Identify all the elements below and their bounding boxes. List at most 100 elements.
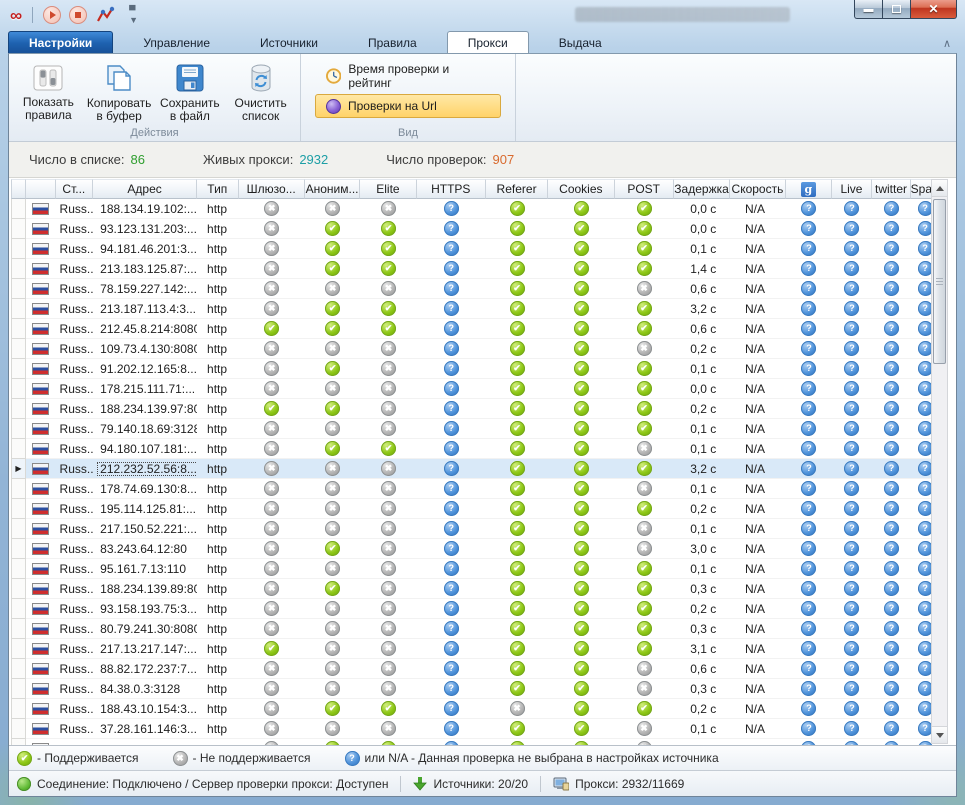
proxy-row[interactable]: Russ...80.79.241.30:8080http✖✖✖?✔✔✔0,3 с…: [11, 619, 939, 639]
speed-cell: N/A: [730, 479, 785, 499]
proxy-row[interactable]: Russ...84.38.0.3:3128http✖✖✖?✔✔✖0,3 сN/A…: [11, 679, 939, 699]
proxy-row[interactable]: Russ...91.202.12.165:8...http✖✔✖?✔✔✔0,1 …: [11, 359, 939, 379]
referer-check-icon: ✔: [510, 621, 525, 636]
column-header-anonymous[interactable]: Аноним...: [305, 179, 360, 199]
column-header-row-gutter[interactable]: [11, 179, 26, 199]
proxy-row[interactable]: Russ...188.134.19.102:...http✖✖✖?✔✔✔0,0 …: [11, 199, 939, 219]
anonymous-cell: ✔: [305, 579, 360, 599]
proxy-row[interactable]: ▶Russ...212.232.52.56:8...http✖✖✖?✔✔✔3,2…: [11, 459, 939, 479]
flag-cell: [26, 519, 56, 539]
proxy-row[interactable]: Russ...178.215.111.71:...http✖✖✖?✔✔✔0,0 …: [11, 379, 939, 399]
live-question-icon: ?: [844, 661, 859, 676]
vertical-scrollbar[interactable]: [931, 179, 948, 744]
proxy-row[interactable]: Russ...79.140.18.69:3128http✖✖✖?✔✔✔0,1 с…: [11, 419, 939, 439]
scroll-thumb[interactable]: [933, 199, 946, 364]
post-cross-icon: ✖: [637, 441, 652, 456]
close-button[interactable]: ✕: [911, 0, 957, 19]
start-button[interactable]: [43, 6, 61, 24]
column-header-live[interactable]: Live: [832, 179, 872, 199]
anonymous-check-icon: ✔: [325, 361, 340, 376]
stop-button[interactable]: [69, 6, 87, 24]
https-cell: ?: [417, 319, 486, 339]
tab-upravlenie[interactable]: Управление: [123, 31, 230, 54]
column-header-country[interactable]: Ст...: [56, 179, 94, 199]
proxy-row[interactable]: Russ...178.74.69.130:8...http✖✖✖?✔✔✖0,1 …: [11, 479, 939, 499]
proxy-row[interactable]: Russ...213.183.125.87:...http✖✔✔?✔✔✔1,4 …: [11, 259, 939, 279]
column-header-speed[interactable]: Скорость: [730, 179, 785, 199]
proxy-row[interactable]: Russ...93.158.193.75:3...http✖✖✖?✔✔✔0,2 …: [11, 599, 939, 619]
column-header-referer[interactable]: Referer: [486, 179, 548, 199]
column-header-post[interactable]: POST: [615, 179, 674, 199]
proxy-row[interactable]: Russ...213.187.113.4:3...http✖✔✔?✔✔✔3,2 …: [11, 299, 939, 319]
column-header-gateway[interactable]: Шлюзо...: [239, 179, 305, 199]
address-text: 217.13.217.147:...: [97, 642, 197, 656]
type-cell: http: [197, 439, 239, 459]
maximize-button[interactable]: [883, 0, 911, 19]
scroll-down-arrow[interactable]: [932, 726, 947, 743]
referer-cell: ✖: [486, 699, 548, 719]
collapse-ribbon-icon[interactable]: ∧: [943, 37, 957, 54]
column-header-google[interactable]: g: [786, 179, 833, 199]
proxy-row[interactable]: Russ...188.234.139.97:80http✔✔✖?✔✔✔0,2 с…: [11, 399, 939, 419]
live-question-icon: ?: [844, 741, 859, 745]
post-cell: ✔: [614, 599, 673, 619]
cookies-cell: ✔: [548, 299, 614, 319]
column-header-address[interactable]: Адрес: [93, 179, 197, 199]
column-header-delay[interactable]: Задержка: [674, 179, 730, 199]
twitter-question-icon: ?: [884, 441, 899, 456]
https-cell: ?: [417, 339, 486, 359]
post-cell: ✔: [614, 219, 673, 239]
proxy-row[interactable]: Russ...217.13.217.147:...http✔✖✖?✔✔✔3,1 …: [11, 639, 939, 659]
proxy-row[interactable]: Russ...78.159.227.142:...http✖✖✖?✔✔✖0,6 …: [11, 279, 939, 299]
tab-vydacha[interactable]: Выдача: [539, 31, 622, 54]
referer-cell: ✔: [486, 619, 548, 639]
proxy-row[interactable]: Russ...188.43.10.154:3...http✖✔✔?✖✔✔0,2 …: [11, 699, 939, 719]
status-sources: Источники: 20/20: [413, 776, 540, 791]
proxy-row[interactable]: Russ...83.243.64.12:80http✖✔✖?✔✔✖3,0 сN/…: [11, 539, 939, 559]
proxy-row[interactable]: Russ...95.161.7.13:110http✖✖✖?✔✔✔0,1 сN/…: [11, 559, 939, 579]
proxy-row[interactable]: Russ...217.150.52.221:...http✖✖✖?✔✔✖0,1 …: [11, 519, 939, 539]
elite-cross-icon: ✖: [381, 481, 396, 496]
russia-flag-icon: [32, 723, 49, 735]
column-header-twitter[interactable]: twitter: [872, 179, 912, 199]
anonymous-cell: ✔: [305, 439, 360, 459]
cookies-check-icon: ✔: [574, 381, 589, 396]
type-cell: http: [197, 199, 239, 219]
check-time-rating-button[interactable]: Время проверки и рейтинг: [315, 64, 501, 88]
show-rules-button[interactable]: Показать правила: [15, 58, 82, 124]
tab-proksi[interactable]: Прокси: [447, 31, 529, 54]
proxy-row[interactable]: Russ...88.82.172.237:7...http✖✖✖?✔✔✖0,6 …: [11, 659, 939, 679]
save-to-file-button[interactable]: Сохранить в файл: [157, 58, 224, 124]
copy-to-clipboard-button[interactable]: Копировать в буфер: [86, 58, 153, 124]
tab-istochniki[interactable]: Источники: [240, 31, 338, 54]
minimize-button[interactable]: ▬: [854, 0, 883, 19]
proxy-row[interactable]: Russ...188.234.139.89:80http✖✔✖?✔✔✔0,3 с…: [11, 579, 939, 599]
live-cell: ?: [832, 259, 872, 279]
twitter-cell: ?: [872, 599, 912, 619]
gateway-cross-icon: ✖: [264, 521, 279, 536]
column-header-flag[interactable]: [26, 179, 56, 199]
column-header-https[interactable]: HTTPS: [417, 179, 486, 199]
tab-pravila[interactable]: Правила: [348, 31, 437, 54]
proxy-row[interactable]: Russ...212.45.8.214:8080http✔✔✔?✔✔✔0,6 с…: [11, 319, 939, 339]
proxy-row[interactable]: Russ...37.28.161.146:3...http✖✖✖?✔✔✖0,1 …: [11, 719, 939, 739]
gateway-cell: ✖: [239, 359, 305, 379]
customize-toolbar-dropdown-icon[interactable]: ▀▼: [129, 5, 138, 25]
proxy-row[interactable]: Russ...195.114.125.81:...http✖✖✖?✔✔✔0,2 …: [11, 499, 939, 519]
url-checks-button[interactable]: Проверки на Url: [315, 94, 501, 118]
proxy-row[interactable]: Russ...93.123.131.203:...http✖✔✔?✔✔✔0,0 …: [11, 219, 939, 239]
scroll-up-arrow[interactable]: [932, 180, 947, 197]
gateway-cell: ✖: [239, 279, 305, 299]
clear-list-button[interactable]: Очистить список: [227, 58, 294, 124]
proxy-row[interactable]: Russ...94.181.46.201:3...http✖✔✔?✔✔✔0,1 …: [11, 239, 939, 259]
graph-tool-icon[interactable]: [95, 6, 115, 24]
column-header-cookies[interactable]: Cookies: [548, 179, 614, 199]
column-header-elite[interactable]: Elite: [360, 179, 416, 199]
proxy-row[interactable]: Russ...109.73.4.130:8080http✖✖✖?✔✔✖0,2 с…: [11, 339, 939, 359]
tab-nastroyki[interactable]: Настройки: [8, 31, 113, 54]
proxy-row[interactable]: ✖✔✔?✔✔✖????: [11, 739, 939, 745]
column-header-type[interactable]: Тип: [197, 179, 239, 199]
proxy-row[interactable]: Russ...94.180.107.181:...http✖✔✔?✔✔✖0,1 …: [11, 439, 939, 459]
google-cell: ?: [786, 539, 832, 559]
twitter-question-icon: ?: [884, 581, 899, 596]
